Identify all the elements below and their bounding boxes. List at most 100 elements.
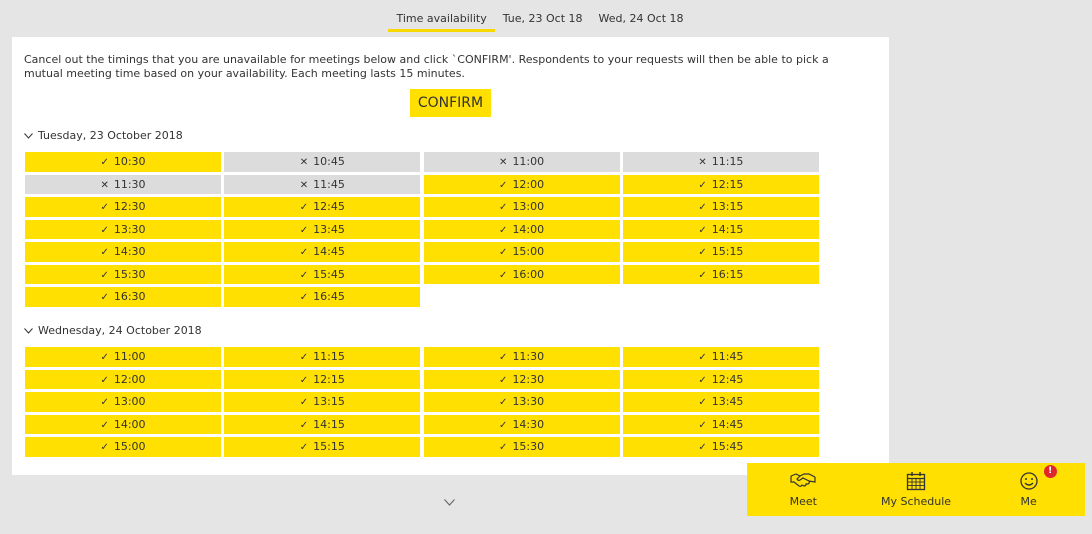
check-icon: ✓	[100, 269, 109, 281]
time-slot[interactable]: ✕ 11:30	[25, 174, 221, 194]
time-slot[interactable]: ✓ 13:30	[25, 219, 221, 239]
time-slot[interactable]: ✓ 12:45	[622, 369, 819, 389]
time-slot[interactable]: ✓ 10:30	[25, 152, 221, 172]
time-slot[interactable]: ✓ 13:00	[25, 392, 221, 412]
time-slot-label: 13:00	[512, 200, 545, 213]
check-icon: ✓	[299, 269, 309, 281]
time-slot[interactable]: ✓ 14:45	[224, 242, 421, 262]
time-slot[interactable]: ✓ 13:30	[423, 392, 620, 412]
time-slot[interactable]: ✓ 16:15	[622, 264, 819, 284]
check-icon: ✓	[100, 292, 109, 303]
confirm-button[interactable]: CONFIRM	[410, 89, 491, 117]
time-slot[interactable]: ✓ 15:45	[622, 437, 819, 457]
time-slot[interactable]: ✓ 16:45	[224, 287, 421, 307]
check-icon: ✓	[499, 247, 508, 258]
check-icon: ✓	[299, 202, 309, 213]
check-icon: ✓	[698, 442, 707, 453]
time-slot[interactable]: ✓ 14:45	[622, 414, 819, 434]
time-slot[interactable]: ✓ 15:00	[423, 242, 620, 262]
time-slot[interactable]: ✕ 10:45	[224, 152, 421, 172]
chevron-down-icon	[24, 326, 34, 337]
tab-time-availability[interactable]: Time availability	[388, 12, 495, 32]
time-slot[interactable]: ✓ 12:00	[25, 369, 221, 389]
calendar-icon	[906, 471, 926, 494]
nav-me[interactable]: ! Me	[972, 463, 1085, 516]
time-slot[interactable]: ✓ 14:15	[622, 219, 819, 239]
time-slot-label: 14:00	[512, 222, 545, 236]
time-slot[interactable]: ✓ 12:00	[423, 174, 620, 194]
time-slot[interactable]: ✓ 11:15	[224, 347, 421, 367]
time-slot[interactable]: ✓ 13:15	[622, 197, 819, 217]
time-slot-label: 15:00	[113, 440, 146, 453]
day-header-tuesday[interactable]: Tuesday, 23 October 2018	[24, 129, 183, 142]
check-icon: ✓	[100, 157, 109, 168]
time-slot-label: 12:00	[113, 372, 146, 386]
time-slot[interactable]: ✓ 14:30	[423, 414, 620, 434]
check-icon: ✓	[499, 352, 508, 363]
time-slot[interactable]: ✓ 16:00	[423, 264, 620, 284]
time-slot-label: 11:00	[113, 350, 146, 363]
time-slot[interactable]: ✓ 12:30	[423, 369, 620, 389]
expand-more-icon[interactable]	[444, 495, 455, 509]
time-slot[interactable]: ✓ 13:15	[224, 392, 421, 412]
time-slot[interactable]: ✕ 11:00	[423, 152, 620, 172]
check-icon: ✓	[100, 352, 109, 363]
time-slot[interactable]: ✓ 11:45	[622, 347, 819, 367]
time-slot[interactable]: ✓ 12:15	[224, 369, 421, 389]
slot-grid-tuesday: ✓ 10:30 ✕ 10:45 ✕ 11:00 ✕ 11:15 ✕ 11:30 ✕ 11:45 ✓ 12:…	[25, 152, 821, 307]
time-slot[interactable]: ✓ 15:45	[224, 264, 421, 284]
time-slot[interactable]: ✓ 12:15	[622, 174, 819, 194]
time-slot[interactable]: ✓ 13:00	[423, 197, 620, 217]
time-slot[interactable]: ✓ 14:00	[423, 219, 620, 239]
check-icon: ✓	[299, 224, 309, 236]
time-slot-label: 11:00	[512, 155, 545, 168]
time-slot-label: 15:45	[711, 440, 744, 453]
time-slot[interactable]: ✓ 14:30	[25, 242, 221, 262]
day-title: Tuesday, 23 October 2018	[38, 129, 183, 142]
time-slot[interactable]: ✓ 15:00	[25, 437, 221, 457]
time-slot-label: 14:30	[113, 245, 146, 258]
check-icon: ✓	[299, 374, 309, 386]
time-slot-label: 14:15	[711, 222, 744, 236]
nav-my-schedule-label: My Schedule	[880, 495, 952, 508]
cross-icon: ✕	[299, 157, 309, 168]
notification-badge: !	[1043, 465, 1057, 478]
time-slot[interactable]: ✓ 13:45	[224, 219, 421, 239]
tab-tue-23-oct[interactable]: Tue, 23 Oct 18	[495, 12, 591, 32]
check-icon: ✓	[299, 352, 309, 363]
time-slot[interactable]: ✓ 11:30	[423, 347, 620, 367]
check-icon: ✓	[698, 247, 707, 258]
time-slot-label: 13:30	[512, 395, 545, 408]
time-slot[interactable]: ✕ 11:45	[224, 174, 421, 194]
time-slot[interactable]: ✓ 15:15	[622, 242, 819, 262]
tab-wed-24-oct[interactable]: Wed, 24 Oct 18	[591, 12, 692, 32]
check-icon: ✓	[100, 419, 109, 431]
time-slot[interactable]: ✓ 14:00	[25, 414, 221, 434]
time-slot-label: 11:45	[313, 177, 345, 191]
time-slot[interactable]: ✓ 11:00	[25, 347, 221, 367]
tab-bar: Time availability Tue, 23 Oct 18 Wed, 24…	[0, 12, 1092, 32]
check-icon: ✓	[299, 419, 309, 431]
time-slot[interactable]: ✓ 12:45	[224, 197, 421, 217]
time-slot[interactable]: ✓ 14:15	[224, 414, 421, 434]
nav-my-schedule[interactable]: My Schedule	[860, 463, 973, 516]
check-icon: ✓	[499, 397, 508, 408]
time-slot[interactable]: ✓ 16:30	[25, 287, 221, 307]
time-slot[interactable]: ✕ 11:15	[622, 152, 819, 172]
time-slot-label: 11:30	[113, 177, 146, 191]
day-header-wednesday[interactable]: Wednesday, 24 October 2018	[24, 324, 202, 337]
time-slot[interactable]: ✓ 15:15	[224, 437, 421, 457]
slot-grid-wednesday: ✓ 11:00 ✓ 11:15 ✓ 11:30 ✓ 11:45 ✓ 12:00 ✓ 12:15 ✓ 12:…	[25, 347, 821, 457]
time-slot[interactable]: ✓ 12:30	[25, 197, 221, 217]
nav-meet[interactable]: Meet	[747, 463, 860, 516]
time-slot-label: 11:15	[711, 155, 744, 168]
bottom-nav: Meet My Schedule ! Me	[747, 463, 1085, 516]
time-slot[interactable]: ✓ 15:30	[25, 264, 221, 284]
time-slot-label: 12:30	[512, 372, 545, 386]
time-slot[interactable]: ✓ 13:45	[622, 392, 819, 412]
time-slot-label: 13:15	[313, 395, 345, 408]
time-slot[interactable]: ✓ 15:30	[423, 437, 620, 457]
check-icon: ✓	[100, 374, 109, 386]
time-slot-label: 15:30	[512, 440, 545, 453]
time-slot-label: 10:45	[313, 155, 345, 168]
